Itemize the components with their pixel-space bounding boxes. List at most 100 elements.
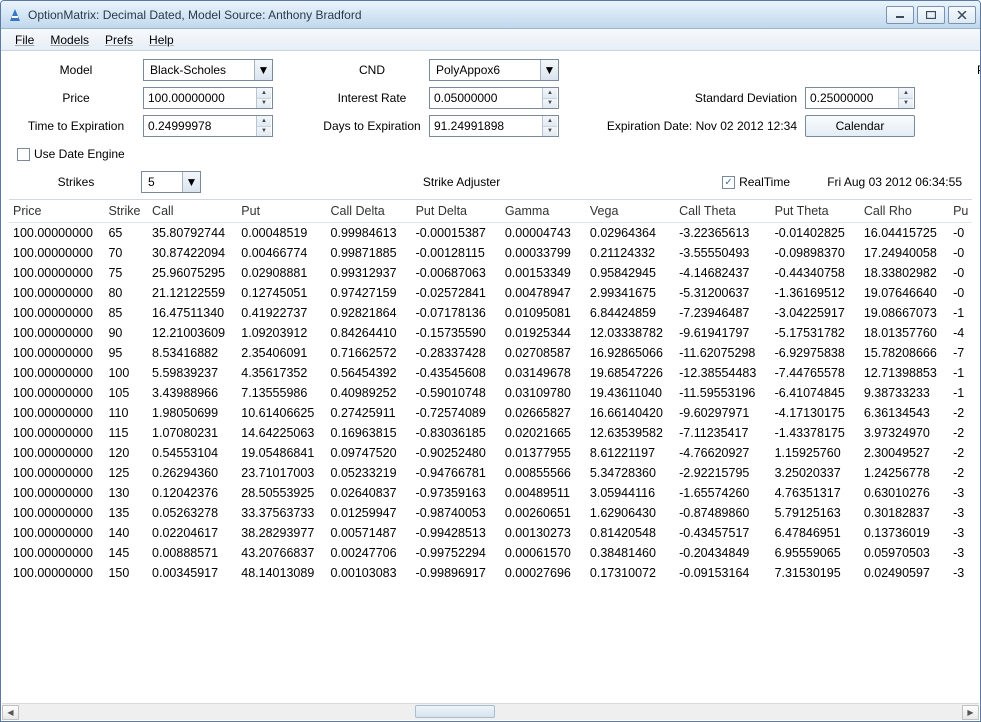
menu-models[interactable]: Models (42, 31, 97, 49)
table-row[interactable]: 100.000000001053.439889667.135559860.409… (9, 383, 972, 403)
scroll-track[interactable] (19, 705, 962, 720)
cell: 0.02204617 (148, 523, 237, 543)
days-to-exp-input[interactable] (430, 118, 542, 134)
option-table: PriceStrikeCallPutCall DeltaPut DeltaGam… (9, 200, 972, 583)
cell: 0.00888571 (148, 543, 237, 563)
table-row[interactable]: 100.000000001400.0220461738.282939770.00… (9, 523, 972, 543)
table-row[interactable]: 100.000000001101.9805069910.614066250.27… (9, 403, 972, 423)
cell: -9.61941797 (675, 323, 770, 343)
cell: 0.00027696 (501, 563, 586, 583)
cell: 135 (104, 503, 148, 523)
maximize-button[interactable] (917, 6, 945, 24)
cell: 0.92821864 (327, 303, 412, 323)
cell: 6.84424859 (586, 303, 675, 323)
cell: -1 (949, 383, 972, 403)
column-header[interactable]: Call Rho (860, 200, 949, 223)
strikes-combo[interactable]: 5 ▼ (141, 171, 201, 193)
column-header[interactable]: Gamma (501, 200, 586, 223)
horizontal-scrollbar[interactable]: ◀ ▶ (2, 703, 979, 720)
time-to-exp-input[interactable] (144, 118, 256, 134)
cell: 0.12042376 (148, 483, 237, 503)
menu-file[interactable]: File (7, 31, 42, 49)
cell: 0.00153349 (501, 263, 586, 283)
price-spin[interactable]: ▲▼ (143, 87, 273, 109)
cell: 100.00000000 (9, 443, 104, 463)
scroll-right-icon[interactable]: ▶ (962, 705, 979, 720)
cell: 110 (104, 403, 148, 423)
cell: -0.01402825 (771, 223, 860, 244)
cell: 0.12745051 (237, 283, 326, 303)
table-row[interactable]: 100.000000001200.5455310419.054868410.09… (9, 443, 972, 463)
cell: 3.43988966 (148, 383, 237, 403)
std-dev-input[interactable] (806, 90, 898, 106)
table-row[interactable]: 100.000000008516.475113400.419227370.928… (9, 303, 972, 323)
cell: 7.31530195 (771, 563, 860, 583)
cell: 15.78208666 (860, 343, 949, 363)
cell: -1.36169512 (771, 283, 860, 303)
menu-prefs[interactable]: Prefs (97, 31, 141, 49)
table-row[interactable]: 100.000000001500.0034591748.140130890.00… (9, 563, 972, 583)
cell: 0.00048519 (237, 223, 326, 244)
days-to-exp-spin[interactable]: ▲▼ (429, 115, 559, 137)
table-row[interactable]: 100.000000001250.2629436023.710170030.05… (9, 463, 972, 483)
model-combo[interactable]: Black-Scholes ▼ (143, 59, 273, 81)
cell: 2.35406091 (237, 343, 326, 363)
scroll-left-icon[interactable]: ◀ (2, 705, 19, 720)
cell: 6.95559065 (771, 543, 860, 563)
cell: 100.00000000 (9, 503, 104, 523)
column-header[interactable]: Call (148, 200, 237, 223)
table-row[interactable]: 100.00000000958.534168822.354060910.7166… (9, 343, 972, 363)
cell: 0.02490597 (860, 563, 949, 583)
calendar-button[interactable]: Calendar (805, 115, 915, 137)
cell: -0.83036185 (412, 423, 501, 443)
table-row[interactable]: 100.000000001151.0708023114.642250630.16… (9, 423, 972, 443)
close-button[interactable] (948, 6, 976, 24)
realtime-checkbox[interactable] (722, 176, 735, 189)
cell: -2 (949, 423, 972, 443)
table-row[interactable]: 100.000000007525.960752950.029088810.993… (9, 263, 972, 283)
time-to-exp-spin[interactable]: ▲▼ (143, 115, 273, 137)
cell: 35.80792744 (148, 223, 237, 244)
column-header[interactable]: Call Theta (675, 200, 770, 223)
column-header[interactable]: Put Delta (412, 200, 501, 223)
cell: -9.60297971 (675, 403, 770, 423)
column-header[interactable]: Price (9, 200, 104, 223)
table-row[interactable]: 100.000000001005.598392374.356173520.564… (9, 363, 972, 383)
cell: 80 (104, 283, 148, 303)
cell: -0.20434849 (675, 543, 770, 563)
cell: -2.92215795 (675, 463, 770, 483)
menu-help[interactable]: Help (141, 31, 182, 49)
column-header[interactable]: Strike (104, 200, 148, 223)
cell: -3 (949, 563, 972, 583)
table-row[interactable]: 100.000000008021.121225590.127450510.974… (9, 283, 972, 303)
table-row[interactable]: 100.000000001450.0088857143.207668370.00… (9, 543, 972, 563)
minimize-button[interactable] (886, 6, 914, 24)
cell: 130 (104, 483, 148, 503)
precision-label: Precision (977, 63, 981, 77)
std-dev-spin[interactable]: ▲▼ (805, 87, 915, 109)
cell: 0.56454392 (327, 363, 412, 383)
column-header[interactable]: Pu (949, 200, 972, 223)
interest-rate-spin[interactable]: ▲▼ (429, 87, 559, 109)
strikes-row: Strikes 5 ▼ Strike Adjuster RealTime Fri… (1, 169, 980, 199)
cnd-combo[interactable]: PolyAppox6 ▼ (429, 59, 559, 81)
table-row[interactable]: 100.000000007030.874220940.004667740.998… (9, 243, 972, 263)
cell: -0.07178136 (412, 303, 501, 323)
price-input[interactable] (144, 90, 256, 106)
column-header[interactable]: Put Theta (771, 200, 860, 223)
cell: 12.71398853 (860, 363, 949, 383)
cell: -3 (949, 483, 972, 503)
column-header[interactable]: Put (237, 200, 326, 223)
cell: -0.94766781 (412, 463, 501, 483)
table-row[interactable]: 100.000000009012.210036091.092039120.842… (9, 323, 972, 343)
cell: 100.00000000 (9, 563, 104, 583)
column-header[interactable]: Vega (586, 200, 675, 223)
cell: -0.00015387 (412, 223, 501, 244)
scroll-thumb[interactable] (415, 705, 495, 718)
interest-rate-input[interactable] (430, 90, 542, 106)
table-row[interactable]: 100.000000006535.807927440.000485190.999… (9, 223, 972, 244)
table-row[interactable]: 100.000000001350.0526327833.375637330.01… (9, 503, 972, 523)
table-row[interactable]: 100.000000001300.1204237628.505539250.02… (9, 483, 972, 503)
use-date-engine-checkbox[interactable] (17, 148, 30, 161)
column-header[interactable]: Call Delta (327, 200, 412, 223)
